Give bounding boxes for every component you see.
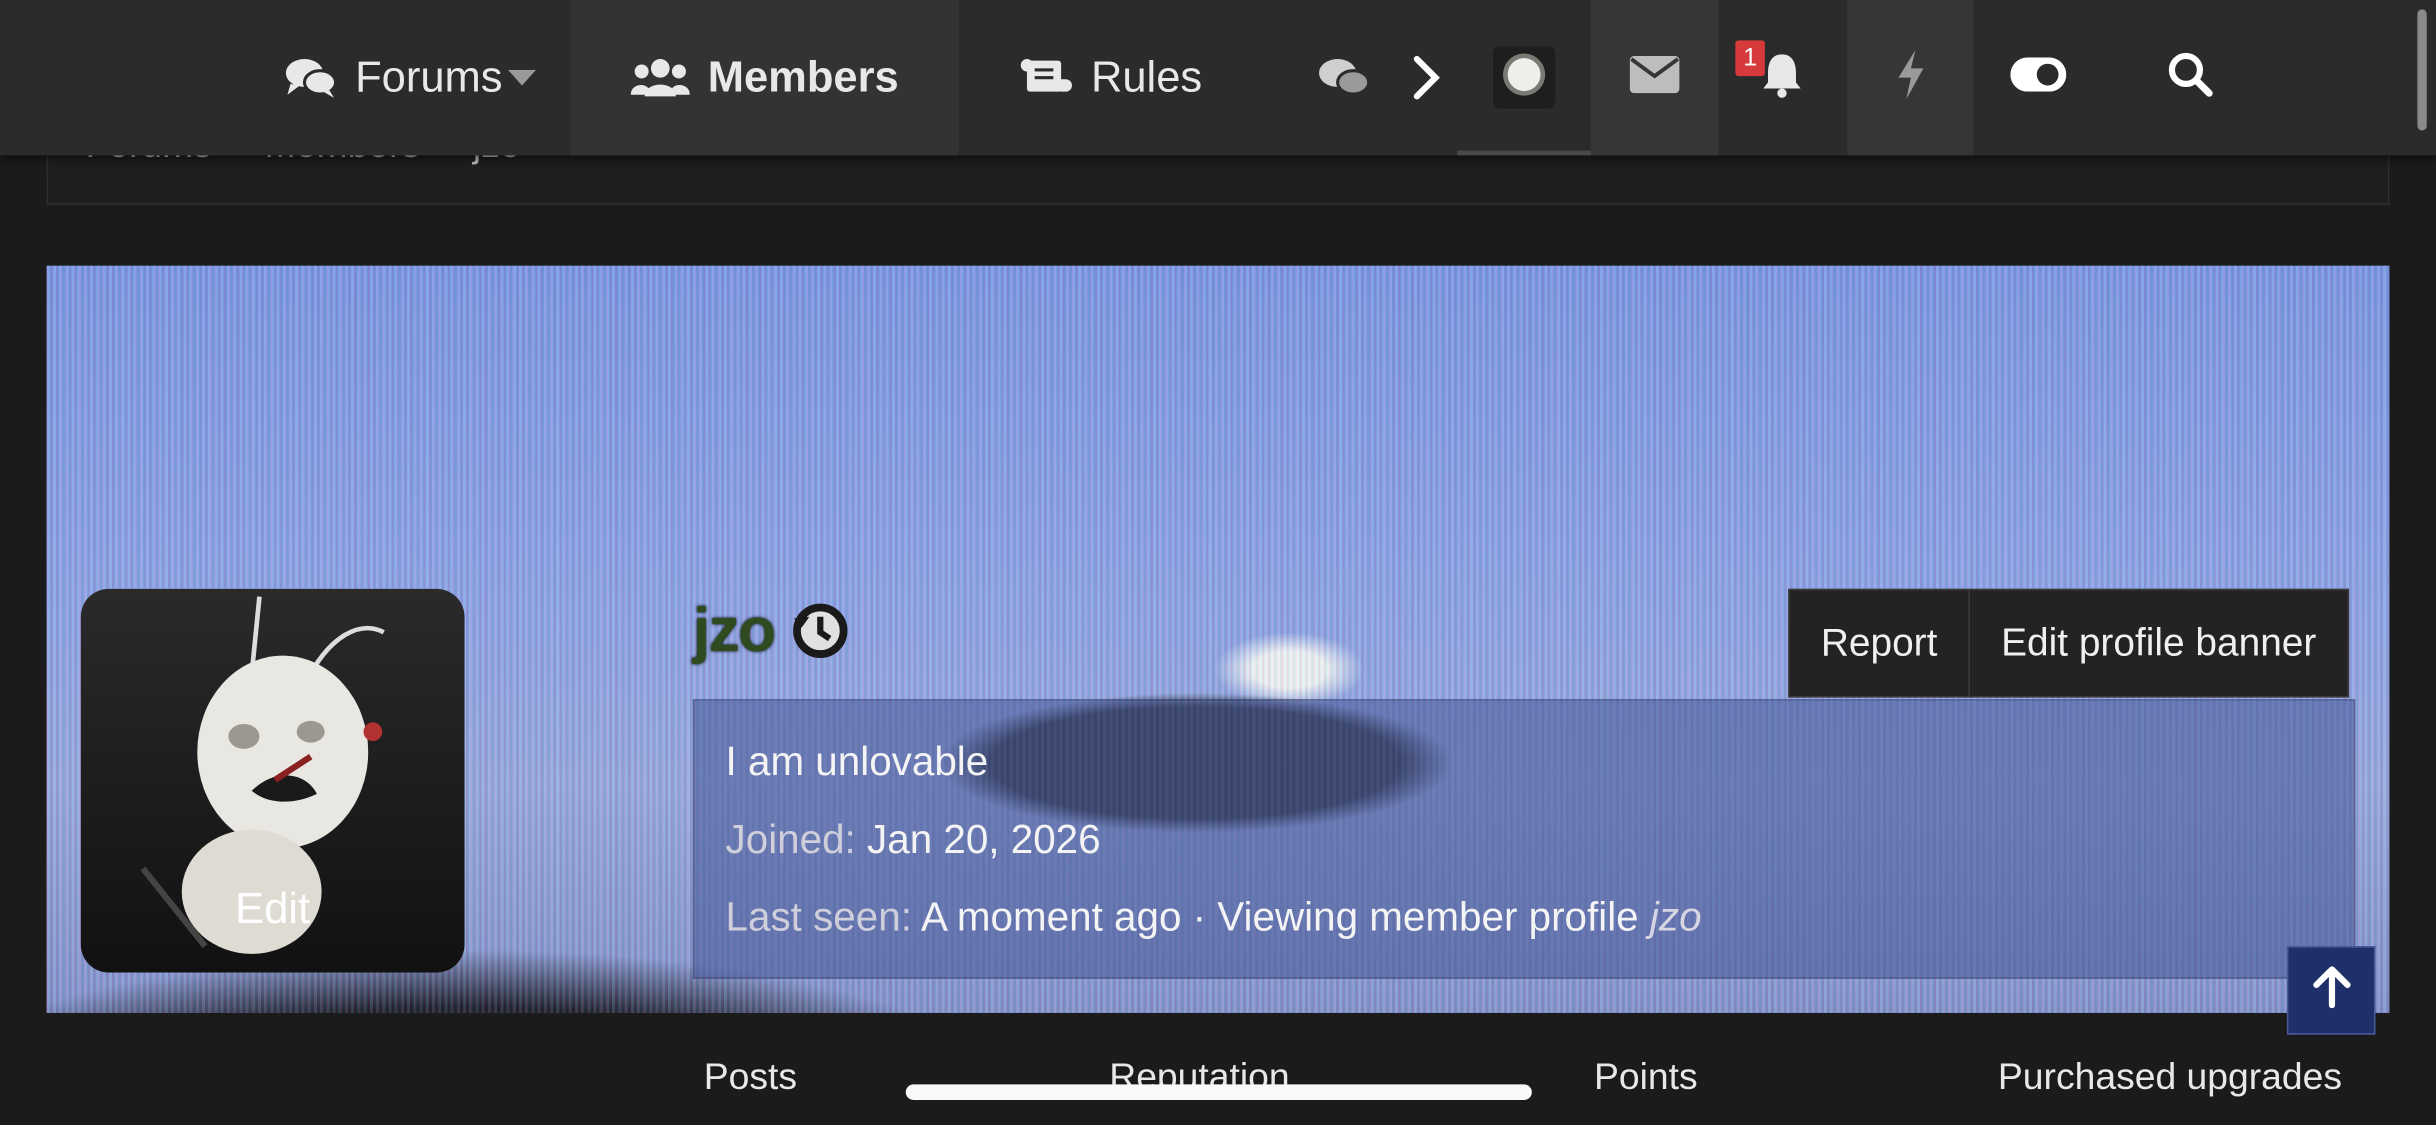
nav-members-label: Members (707, 52, 899, 101)
home-indicator[interactable] (905, 1084, 1532, 1100)
profile-avatar[interactable]: Edit (80, 588, 465, 973)
report-button[interactable]: Report (1790, 590, 1969, 696)
nav-account-avatar[interactable] (1457, 0, 1591, 155)
bolt-icon (1895, 48, 1926, 106)
active-indicator (1457, 150, 1591, 156)
users-icon (630, 57, 690, 97)
nav-search[interactable] (2128, 0, 2252, 155)
nav-rules[interactable]: Rules (994, 0, 1227, 155)
history-icon[interactable] (789, 600, 851, 670)
style-toggle[interactable] (1976, 0, 2100, 155)
stat-purchased-upgrades[interactable]: Purchased upgrades (1998, 1056, 2342, 1100)
top-nav: Forums Members Rules 1 (0, 0, 2436, 156)
chats-icon[interactable] (1313, 0, 1378, 155)
nav-members[interactable]: Members (570, 0, 959, 156)
joined-label: Joined: (725, 815, 856, 863)
nav-scroll-right-chevron-right-icon[interactable] (1395, 0, 1457, 155)
scrollbar-thumb[interactable] (2417, 9, 2427, 131)
profile-info-box: I am unlovable Joined: Jan 20, 2026 Last… (692, 699, 2356, 979)
nav-whats-new[interactable] (1847, 0, 1974, 156)
last-seen-value: A moment ago · Viewing member profile (920, 893, 1639, 940)
custom-status: I am unlovable (725, 737, 989, 785)
bell-icon (1760, 50, 1804, 104)
envelope-icon (1629, 55, 1680, 100)
toggle-icon (2010, 56, 2067, 99)
profile-username: jzo (692, 596, 776, 665)
arrow-up-icon (2311, 965, 2351, 1016)
last-seen-row: Last seen: A moment ago · Viewing member… (726, 893, 1702, 941)
joined-row: Joined: Jan 20, 2026 (726, 816, 1101, 864)
joined-date: Jan 20, 2026 (867, 815, 1101, 863)
stat-upgrades-label: Purchased upgrades (1997, 1056, 2343, 1099)
search-icon (2167, 50, 2214, 104)
avatar-edit-link[interactable]: Edit (81, 884, 465, 934)
nav-alerts[interactable] (1718, 0, 1845, 155)
last-seen-label: Last seen: (725, 893, 912, 940)
profile-actions: Report Edit profile banner (1788, 588, 2349, 698)
stat-posts[interactable]: Posts (704, 1056, 797, 1100)
scroll-to-top-button[interactable] (2286, 946, 2376, 1035)
nav-rules-label: Rules (1090, 52, 1203, 101)
nav-inbox[interactable] (1590, 0, 1719, 156)
comments-icon (284, 56, 337, 100)
forums-dropdown-chevron-down-icon[interactable] (494, 0, 550, 155)
nav-forums-label: Forums (355, 52, 503, 101)
stat-points-label: Points (1593, 1056, 1698, 1099)
stat-points[interactable]: Points (1594, 1056, 1698, 1100)
edit-profile-banner-button[interactable]: Edit profile banner (1968, 590, 2347, 697)
stat-posts-label: Posts (703, 1056, 798, 1099)
scroll-icon (1019, 56, 1073, 100)
notification-badge: 1 (1735, 40, 1765, 77)
last-seen-target-link[interactable]: jzo (1650, 893, 1702, 940)
avatar (1493, 46, 1556, 109)
